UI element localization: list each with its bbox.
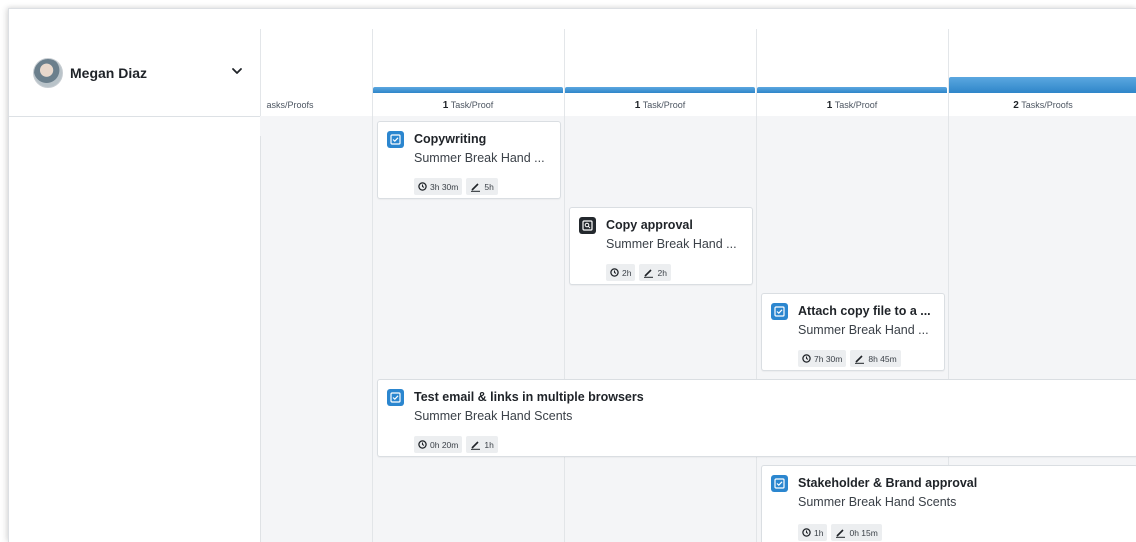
clock-icon — [610, 268, 619, 277]
grid-line — [756, 116, 757, 542]
column-count-label: 1 Task/Proof — [826, 100, 878, 111]
clock-icon — [418, 182, 427, 191]
column-count-label: asks/Proofs — [266, 100, 314, 110]
pencil-icon — [644, 268, 654, 278]
task-card[interactable]: Stakeholder & Brand approval Summer Brea… — [761, 465, 1136, 542]
pencil-icon — [471, 182, 481, 192]
time-chip: 7h 30m — [798, 350, 847, 367]
project-name: Summer Break Hand ... — [414, 151, 545, 165]
time-chip: 0h 20m — [414, 436, 463, 453]
workload-board: Megan Diaz asks/Proofs 1 Task/Proof 1 Ta… — [8, 8, 1136, 542]
proof-card[interactable]: Copy approval Summer Break Hand ... 2h 2… — [569, 207, 753, 285]
task-title: Copy approval — [606, 218, 693, 232]
task-title: Test email & links in multiple browsers — [414, 390, 644, 404]
clock-icon — [802, 354, 811, 363]
time-chip: 1h — [798, 524, 828, 541]
project-name: Summer Break Hand Scents — [798, 495, 957, 509]
board-header: Megan Diaz asks/Proofs 1 Task/Proof 1 Ta… — [9, 9, 1136, 117]
time-chip: 3h 30m — [414, 178, 463, 195]
clock-icon — [418, 440, 427, 449]
checkbox-task-icon — [771, 303, 788, 320]
task-title: Stakeholder & Brand approval — [798, 476, 978, 490]
checkbox-task-icon — [387, 389, 404, 406]
checkbox-task-icon — [387, 131, 404, 148]
column-count-label: 2 Tasks/Proofs — [1013, 100, 1073, 111]
project-name: Summer Break Hand ... — [606, 237, 737, 251]
task-title: Copywriting — [414, 132, 487, 146]
load-bar — [565, 87, 755, 93]
effort-chip: 5h — [466, 178, 498, 195]
grid-line — [564, 116, 565, 542]
column-count-label: 1 Task/Proof — [442, 100, 494, 111]
pencil-icon — [836, 528, 846, 538]
effort-chip: 8h 45m — [850, 350, 901, 367]
effort-chip: 0h 15m — [831, 524, 882, 541]
proof-icon — [579, 217, 596, 234]
pencil-icon — [855, 354, 865, 364]
panel-divider — [260, 136, 261, 542]
pencil-icon — [471, 440, 481, 450]
task-card[interactable]: Attach copy file to a ... Summer Break H… — [761, 293, 945, 371]
effort-chip: 2h — [639, 264, 671, 281]
chevron-down-icon[interactable] — [230, 64, 244, 78]
project-name: Summer Break Hand Scents — [414, 409, 573, 423]
user-name: Megan Diaz — [70, 65, 148, 81]
project-name: Summer Break Hand ... — [798, 323, 929, 337]
board-body: Copywriting Summer Break Hand ... 3h 30m… — [9, 116, 1136, 542]
column-count-label: 1 Task/Proof — [634, 100, 686, 111]
load-bar — [949, 77, 1136, 93]
effort-chip: 1h — [466, 436, 498, 453]
time-chip: 2h — [606, 264, 636, 281]
task-card[interactable]: Test email & links in multiple browsers … — [377, 379, 1136, 457]
user-selector[interactable]: Megan Diaz — [9, 9, 260, 116]
task-card[interactable]: Copywriting Summer Break Hand ... 3h 30m… — [377, 121, 561, 199]
checkbox-task-icon — [771, 475, 788, 492]
grid-line — [372, 116, 373, 542]
task-title: Attach copy file to a ... — [798, 304, 931, 318]
clock-icon — [802, 528, 811, 537]
avatar — [33, 58, 63, 88]
load-bar — [757, 87, 947, 93]
load-bar — [373, 87, 563, 93]
